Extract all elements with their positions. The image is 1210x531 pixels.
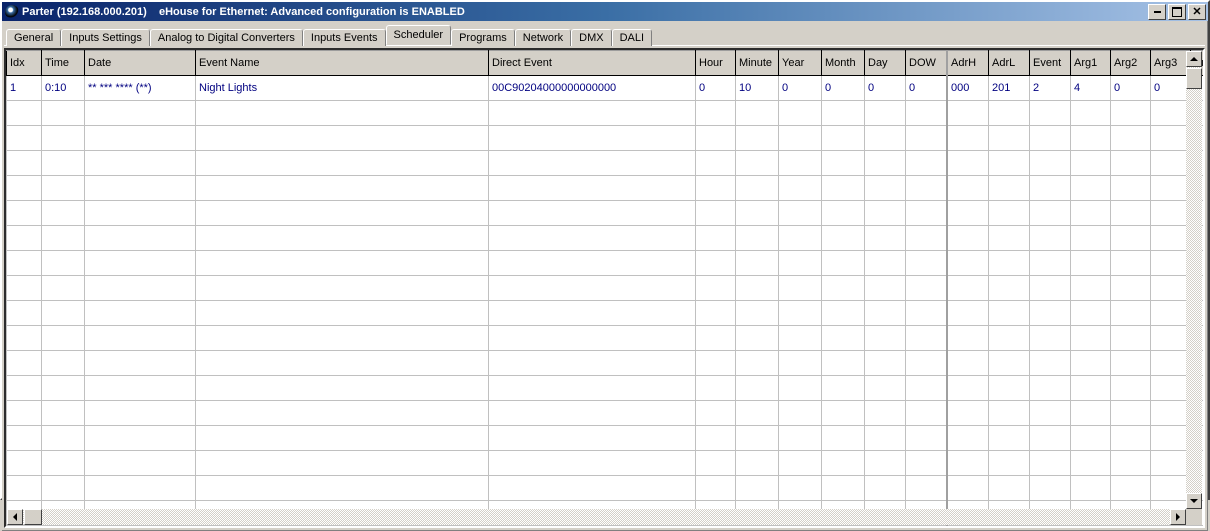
- col-header-minute[interactable]: Minute: [736, 51, 779, 76]
- table-row-empty[interactable]: [7, 126, 1204, 151]
- table-row-empty[interactable]: [7, 276, 1204, 301]
- col-header-eventname[interactable]: Event Name: [196, 51, 489, 76]
- tab-dali[interactable]: DALI: [612, 29, 652, 46]
- table-row-empty[interactable]: [7, 151, 1204, 176]
- title-bar[interactable]: Parter (192.168.000.201) eHouse for Ethe…: [2, 2, 1208, 21]
- table-row-empty[interactable]: [7, 451, 1204, 476]
- col-header-dow[interactable]: DOW: [906, 51, 948, 76]
- table-row-empty[interactable]: [7, 201, 1204, 226]
- tab-programs[interactable]: Programs: [451, 29, 515, 46]
- cell-arg1[interactable]: 4: [1071, 76, 1111, 101]
- table-row-empty[interactable]: [7, 476, 1204, 501]
- col-header-adrh[interactable]: AdrH: [947, 51, 989, 76]
- window-title: Parter (192.168.000.201) eHouse for Ethe…: [22, 6, 465, 18]
- cell-eventname[interactable]: Night Lights: [196, 76, 489, 101]
- cell-time[interactable]: 0:10: [42, 76, 85, 101]
- cell-event[interactable]: 2: [1030, 76, 1071, 101]
- close-icon: ✕: [1192, 7, 1201, 17]
- col-header-hour[interactable]: Hour: [696, 51, 736, 76]
- cell-date[interactable]: ** *** **** (**): [85, 76, 196, 101]
- tab-general[interactable]: General: [6, 29, 61, 46]
- table-row[interactable]: 10:10** *** **** (**)Night Lights00C9020…: [7, 76, 1204, 101]
- arrow-right-icon: [1176, 513, 1180, 521]
- arrow-left-icon: [13, 513, 17, 521]
- grid-viewport: IdxTimeDateEvent NameDirect EventHourMin…: [6, 50, 1203, 526]
- table-row-empty[interactable]: [7, 226, 1204, 251]
- scroll-down-button[interactable]: [1186, 493, 1202, 509]
- table-row-empty[interactable]: [7, 301, 1204, 326]
- scrollbar-corner: [1186, 509, 1202, 525]
- app-icon: [5, 5, 19, 19]
- scroll-left-button[interactable]: [7, 509, 23, 525]
- col-header-arg1[interactable]: Arg1: [1071, 51, 1111, 76]
- scheduler-table[interactable]: IdxTimeDateEvent NameDirect EventHourMin…: [6, 50, 1203, 526]
- col-header-directevent[interactable]: Direct Event: [489, 51, 696, 76]
- cell-directevent[interactable]: 00C90204000000000000: [489, 76, 696, 101]
- cell-year[interactable]: 0: [779, 76, 822, 101]
- minimize-icon: [1154, 11, 1161, 13]
- table-row-empty[interactable]: [7, 251, 1204, 276]
- cell-day[interactable]: 0: [865, 76, 906, 101]
- col-header-adrl[interactable]: AdrL: [989, 51, 1030, 76]
- col-header-year[interactable]: Year: [779, 51, 822, 76]
- table-row-empty[interactable]: [7, 176, 1204, 201]
- col-header-date[interactable]: Date: [85, 51, 196, 76]
- cell-month[interactable]: 0: [822, 76, 865, 101]
- cell-adrh[interactable]: 000: [947, 76, 989, 101]
- cell-idx[interactable]: 1: [7, 76, 42, 101]
- hscroll-track[interactable]: [23, 509, 1170, 525]
- tab-network[interactable]: Network: [515, 29, 571, 46]
- table-row-empty[interactable]: [7, 426, 1204, 451]
- cell-adrl[interactable]: 201: [989, 76, 1030, 101]
- arrow-up-icon: [1190, 57, 1198, 61]
- col-header-arg3[interactable]: Arg3: [1151, 51, 1191, 76]
- close-button[interactable]: ✕: [1188, 4, 1206, 20]
- tab-inputs-events[interactable]: Inputs Events: [303, 29, 386, 46]
- hscroll-thumb[interactable]: [24, 509, 42, 525]
- table-row-empty[interactable]: [7, 351, 1204, 376]
- table-row-empty[interactable]: [7, 376, 1204, 401]
- table-row-empty[interactable]: [7, 326, 1204, 351]
- vscroll-thumb[interactable]: [1186, 68, 1202, 89]
- maximize-icon: [1172, 7, 1182, 17]
- minimize-button[interactable]: [1148, 4, 1166, 20]
- tab-scheduler[interactable]: Scheduler: [386, 25, 452, 45]
- cell-dow[interactable]: 0: [906, 76, 948, 101]
- vscroll-track[interactable]: [1186, 67, 1202, 493]
- app-window: Parter (192.168.000.201) eHouse for Ethe…: [0, 0, 1210, 500]
- col-header-time[interactable]: Time: [42, 51, 85, 76]
- col-header-day[interactable]: Day: [865, 51, 906, 76]
- tab-analog-to-digital-converters[interactable]: Analog to Digital Converters: [150, 29, 303, 46]
- col-header-arg2[interactable]: Arg2: [1111, 51, 1151, 76]
- tab-dmx[interactable]: DMX: [571, 29, 611, 46]
- scroll-up-button[interactable]: [1186, 51, 1202, 67]
- tab-strip: GeneralInputs SettingsAnalog to Digital …: [2, 21, 1207, 45]
- cell-minute[interactable]: 10: [736, 76, 779, 101]
- horizontal-scrollbar[interactable]: [7, 509, 1186, 525]
- col-header-event[interactable]: Event: [1030, 51, 1071, 76]
- vertical-scrollbar[interactable]: [1186, 51, 1202, 509]
- table-row-empty[interactable]: [7, 101, 1204, 126]
- table-row-empty[interactable]: [7, 401, 1204, 426]
- cell-hour[interactable]: 0: [696, 76, 736, 101]
- scroll-right-button[interactable]: [1170, 509, 1186, 525]
- col-header-idx[interactable]: Idx: [7, 51, 42, 76]
- col-header-month[interactable]: Month: [822, 51, 865, 76]
- tab-inputs-settings[interactable]: Inputs Settings: [61, 29, 150, 46]
- maximize-button[interactable]: [1168, 4, 1186, 20]
- table-header-row: IdxTimeDateEvent NameDirect EventHourMin…: [7, 51, 1204, 76]
- cell-arg3[interactable]: 0: [1151, 76, 1191, 101]
- scheduler-table-panel: IdxTimeDateEvent NameDirect EventHourMin…: [4, 48, 1205, 528]
- cell-arg2[interactable]: 0: [1111, 76, 1151, 101]
- client-area: GeneralInputs SettingsAnalog to Digital …: [2, 21, 1208, 531]
